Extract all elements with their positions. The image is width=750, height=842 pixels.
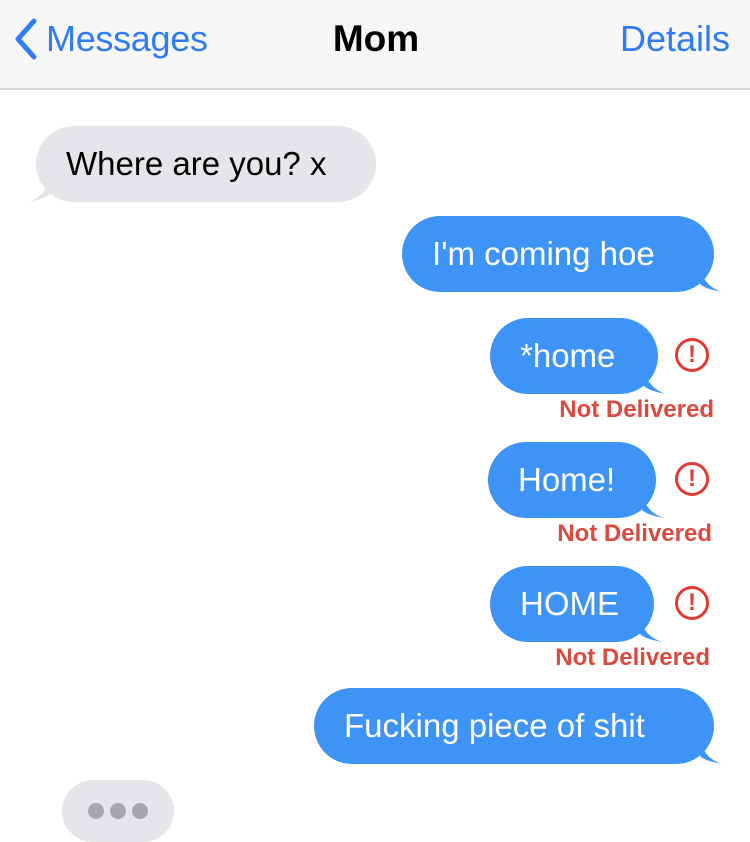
delivery-status: Not Delivered [557,520,712,547]
delivery-status: Not Delivered [555,644,710,671]
bubble-tail [28,176,50,202]
message-text: Fucking piece of shit [344,707,645,744]
message-text: I'm coming hoe [432,235,655,272]
bubble-tail [644,368,666,394]
typing-dot [132,803,148,819]
chevron-left-icon [15,18,37,60]
typing-dot [88,803,104,819]
bubble-tail [700,738,722,764]
outgoing-message-bubble[interactable]: I'm coming hoe [402,216,722,292]
message-text: Home! [518,461,616,498]
bubble-tail [700,266,722,292]
navigation-bar: Messages Mom Details [0,0,750,90]
message-text: HOME [520,585,619,622]
message-text: *home [520,337,616,374]
not-delivered-alert-icon[interactable]: ! [675,586,709,620]
back-label: Messages [46,18,208,59]
outgoing-message-bubble[interactable]: Fucking piece of shit [314,688,722,764]
bubble-tail [640,616,662,642]
back-button[interactable]: Messages [14,16,208,62]
delivery-status: Not Delivered [559,396,714,423]
not-delivered-alert-icon[interactable]: ! [675,338,709,372]
outgoing-message-bubble[interactable]: *home [490,318,666,394]
message-text: Where are you? x [66,145,327,182]
incoming-message-bubble[interactable]: Where are you? x [28,126,376,202]
outgoing-message-bubble[interactable]: HOME [490,566,662,642]
not-delivered-alert-icon[interactable]: ! [675,462,709,496]
typing-dot [110,803,126,819]
details-button[interactable]: Details [620,18,730,60]
bubble-tail [642,492,664,518]
outgoing-message-bubble[interactable]: Home! [488,442,664,518]
typing-dots-icon [62,780,174,842]
